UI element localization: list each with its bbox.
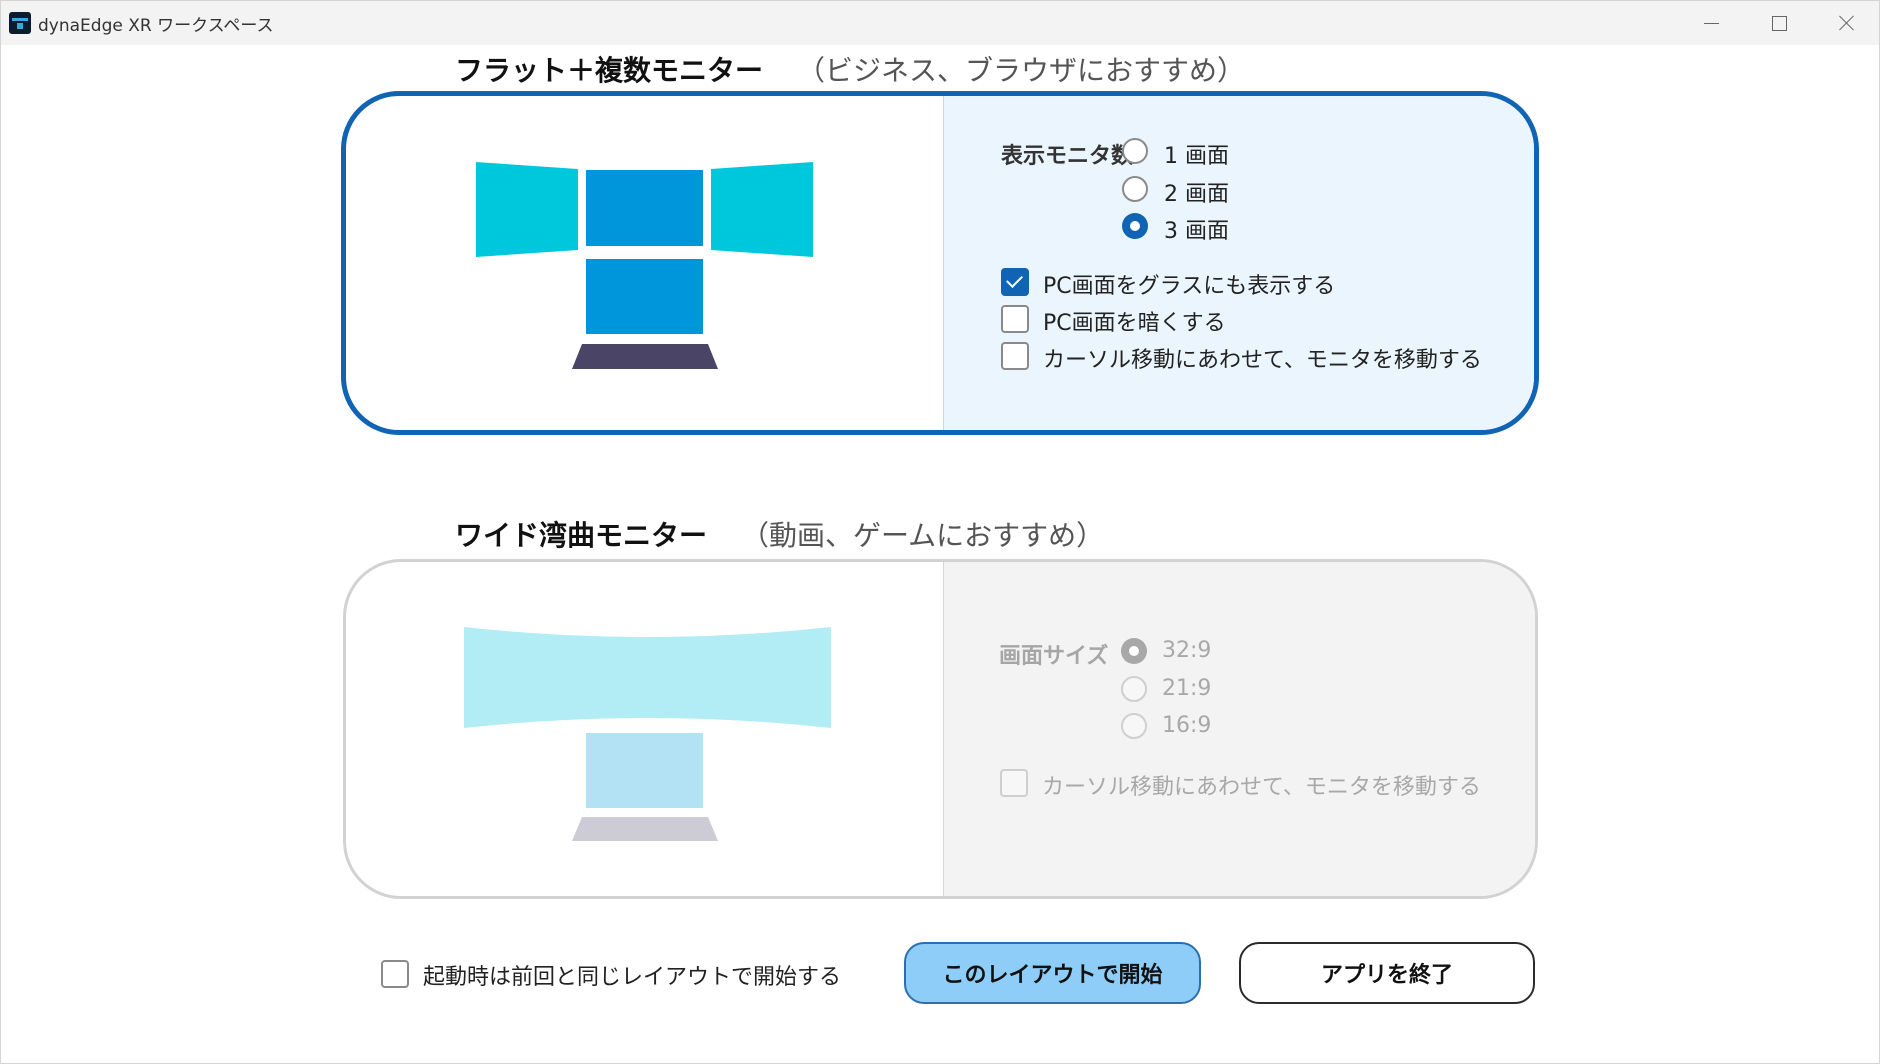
left-monitor-shape xyxy=(476,162,578,257)
flat-layout-heading: フラット＋複数モニター （ビジネス、ブラウザにおすすめ） xyxy=(455,49,1245,89)
screen-size-label: 画面サイズ xyxy=(999,644,1109,669)
app-window: dynaEdge XR ワークスペース フラット＋複数モニター （ビジネス、ブラウ… xyxy=(0,0,1880,1064)
dim-pc-screen-label: PC画面を暗くする xyxy=(1043,311,1226,336)
curved-monitor-shape xyxy=(464,627,831,728)
app-logo-icon xyxy=(9,12,31,34)
monitor-count-2-radio[interactable] xyxy=(1122,176,1148,202)
size-16-9-label: 16:9 xyxy=(1162,713,1212,738)
monitor-count-1-label: 1 画面 xyxy=(1164,144,1229,169)
laptop-screen-shape xyxy=(586,259,703,334)
wide-curved-monitor-illustration xyxy=(464,627,831,841)
size-21-9-label: 21:9 xyxy=(1162,676,1212,701)
right-monitor-shape xyxy=(711,162,813,257)
flat-layout-title: フラット＋複数モニター xyxy=(455,54,764,87)
remember-layout-checkbox[interactable] xyxy=(381,960,409,988)
exit-app-button[interactable]: アプリを終了 xyxy=(1239,942,1535,1004)
maximize-button[interactable] xyxy=(1745,1,1813,45)
monitor-count-label: 表示モニタ数 xyxy=(1001,144,1134,169)
close-icon xyxy=(1839,15,1855,31)
wide-layout-subtitle: （動画、ゲームにおすすめ） xyxy=(741,519,1105,552)
size-21-9-radio[interactable] xyxy=(1121,676,1147,702)
start-with-layout-button[interactable]: このレイアウトで開始 xyxy=(904,942,1201,1004)
window-title: dynaEdge XR ワークスペース xyxy=(38,16,274,36)
size-16-9-radio[interactable] xyxy=(1121,713,1147,739)
wide-follow-cursor-checkbox[interactable] xyxy=(1000,769,1028,797)
close-button[interactable] xyxy=(1813,1,1880,45)
maximize-icon xyxy=(1771,15,1787,31)
title-bar: dynaEdge XR ワークスペース xyxy=(1,1,1879,45)
flat-layout-card[interactable]: 表示モニタ数 1 画面 2 画面 3 画面 PC画面をグラスにも表示する PC画… xyxy=(341,91,1539,435)
flat-layout-options-panel: 表示モニタ数 1 画面 2 画面 3 画面 PC画面をグラスにも表示する PC画… xyxy=(943,96,1534,430)
laptop-screen-shape xyxy=(586,733,703,808)
wide-layout-card[interactable]: 画面サイズ 32:9 21:9 16:9 カーソル移動にあわせて、モニタを移動す… xyxy=(343,559,1538,899)
wide-layout-heading: ワイド湾曲モニター （動画、ゲームにおすすめ） xyxy=(455,514,1104,554)
follow-cursor-checkbox[interactable] xyxy=(1001,342,1029,370)
center-monitor-shape xyxy=(586,170,703,246)
size-32-9-label: 32:9 xyxy=(1162,638,1212,663)
remember-layout-label: 起動時は前回と同じレイアウトで開始する xyxy=(423,965,842,990)
monitor-count-1-radio[interactable] xyxy=(1122,138,1148,164)
size-32-9-radio[interactable] xyxy=(1121,638,1147,664)
wide-layout-title: ワイド湾曲モニター xyxy=(455,519,708,552)
laptop-base-shape xyxy=(572,817,718,841)
flat-multi-monitor-illustration xyxy=(476,162,813,369)
flat-layout-subtitle: （ビジネス、ブラウザにおすすめ） xyxy=(797,54,1246,87)
dim-pc-screen-checkbox[interactable] xyxy=(1001,305,1029,333)
wide-layout-options-panel: 画面サイズ 32:9 21:9 16:9 カーソル移動にあわせて、モニタを移動す… xyxy=(943,562,1535,896)
minimize-icon xyxy=(1703,22,1719,24)
monitor-count-3-radio[interactable] xyxy=(1122,213,1148,239)
show-pc-on-glasses-checkbox[interactable] xyxy=(1001,268,1029,296)
minimize-button[interactable] xyxy=(1677,1,1745,45)
laptop-base-shape xyxy=(572,344,718,369)
show-pc-on-glasses-label: PC画面をグラスにも表示する xyxy=(1043,274,1336,299)
monitor-count-2-label: 2 画面 xyxy=(1164,182,1229,207)
wide-follow-cursor-label: カーソル移動にあわせて、モニタを移動する xyxy=(1042,775,1481,800)
follow-cursor-label: カーソル移動にあわせて、モニタを移動する xyxy=(1043,348,1482,373)
monitor-count-3-label: 3 画面 xyxy=(1164,219,1229,244)
